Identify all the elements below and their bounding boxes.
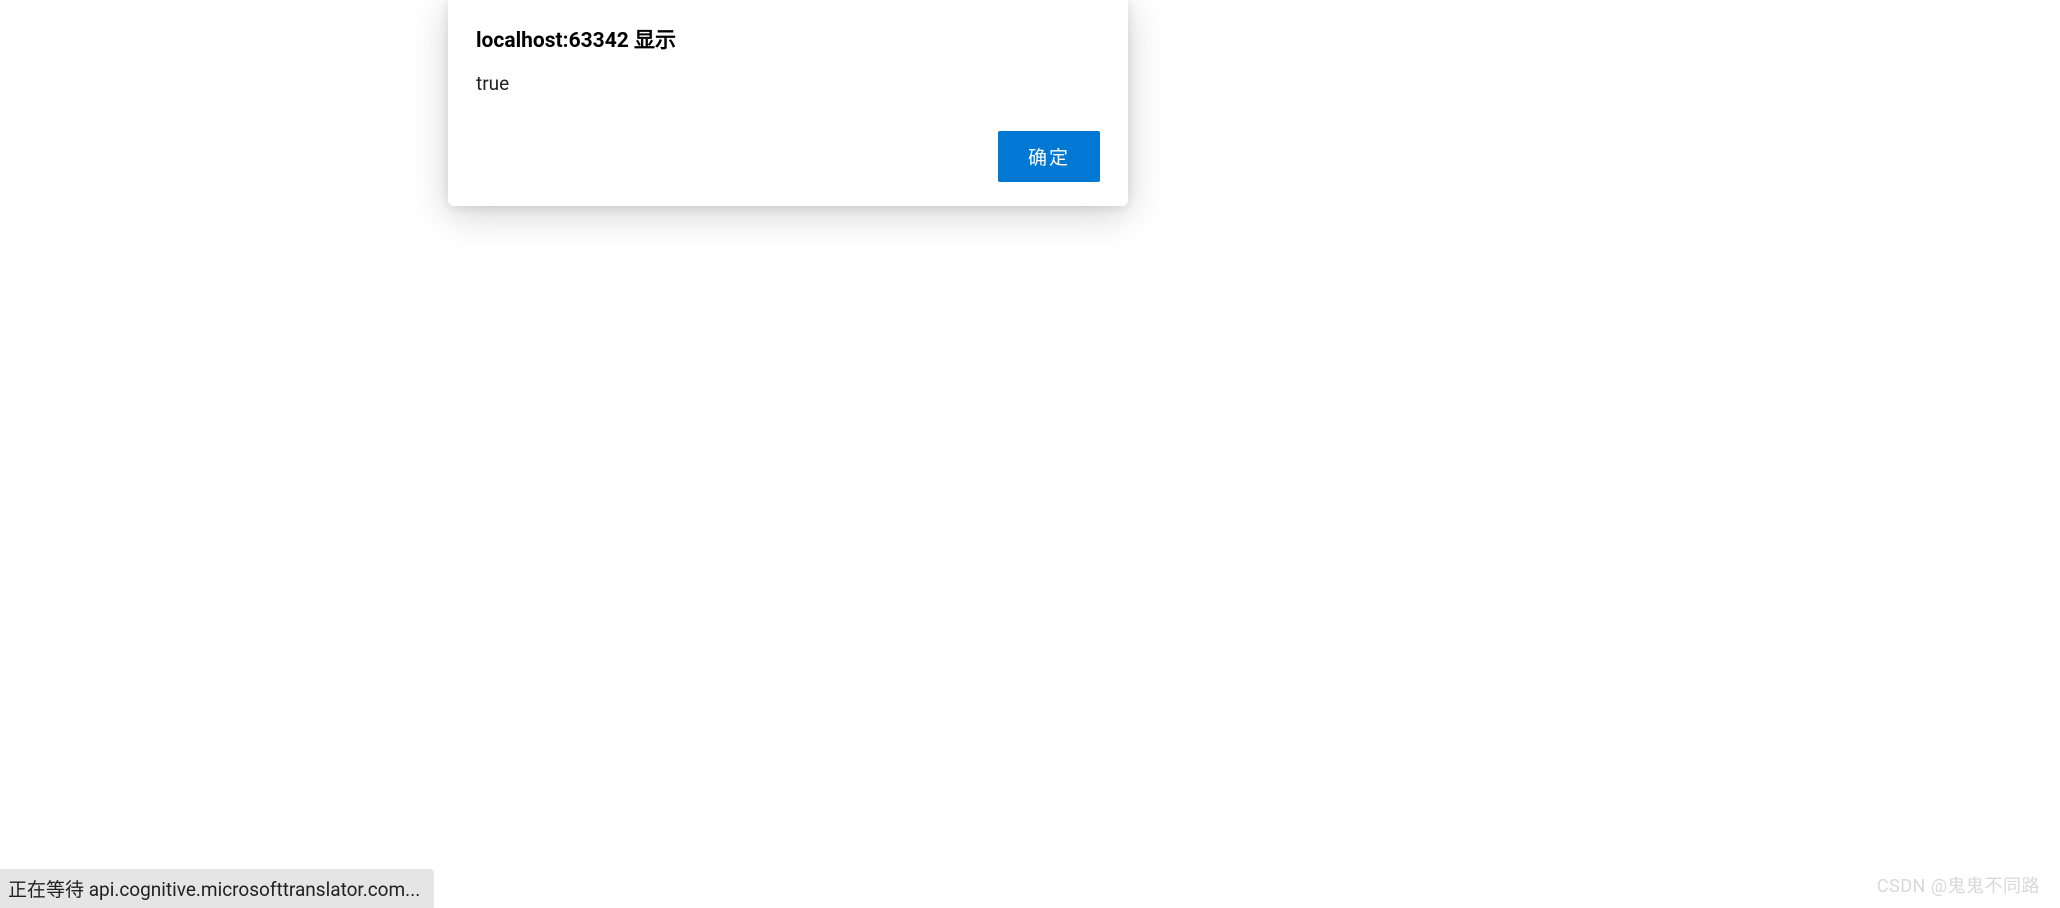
- browser-status-bar: 正在等待 api.cognitive.microsofttranslator.c…: [0, 869, 434, 908]
- alert-title: localhost:63342 显示: [476, 24, 1100, 54]
- alert-actions: 确定: [476, 131, 1100, 182]
- alert-message: true: [476, 72, 1100, 95]
- alert-dialog: localhost:63342 显示 true 确定: [448, 0, 1128, 206]
- watermark-text: CSDN @鬼鬼不同路: [1877, 872, 2040, 898]
- confirm-button[interactable]: 确定: [998, 131, 1100, 182]
